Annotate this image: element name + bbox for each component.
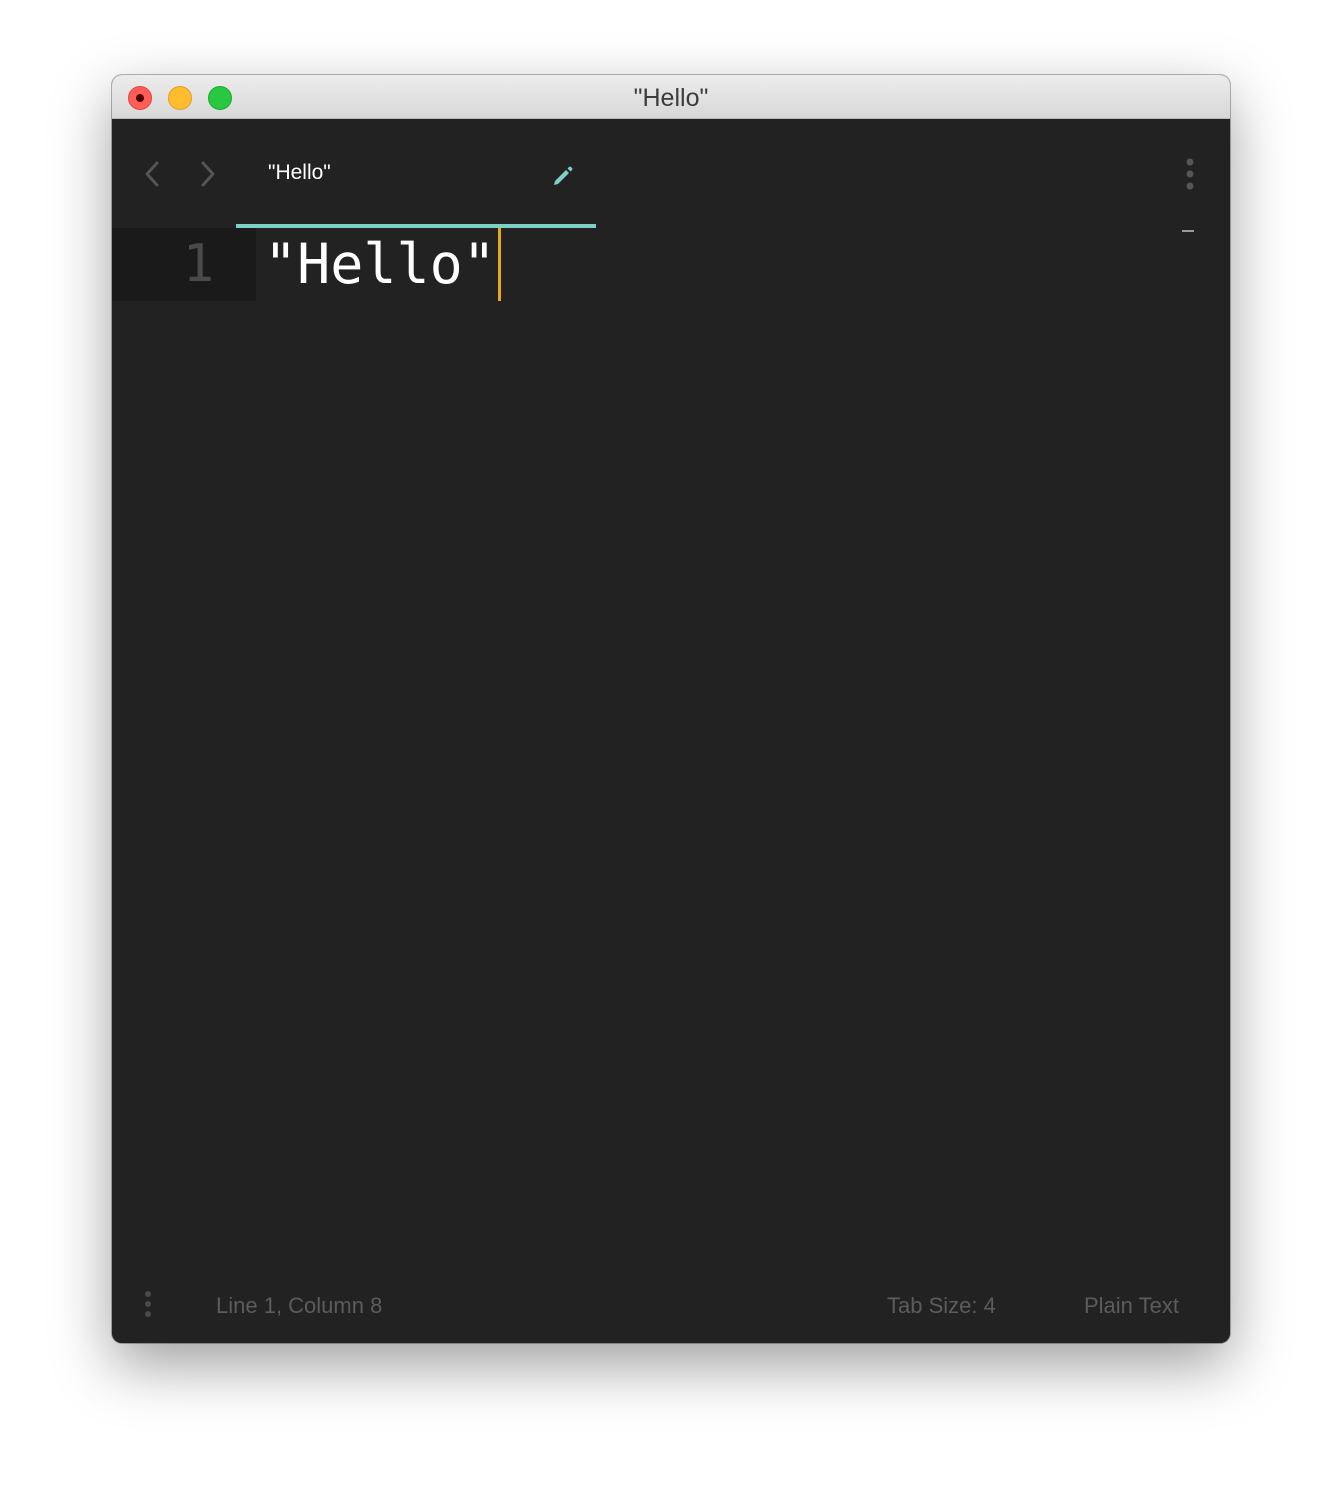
- vertical-ellipsis-icon: [145, 1291, 151, 1317]
- tab-label: "Hello": [268, 161, 331, 184]
- code-line[interactable]: "Hello": [264, 228, 501, 301]
- back-button[interactable]: [138, 157, 168, 191]
- tab-hello[interactable]: "Hello": [236, 119, 596, 228]
- minimap[interactable]: [1182, 230, 1194, 232]
- tab-size-selector[interactable]: Tab Size: 4: [887, 1292, 996, 1320]
- window-title: "Hello": [633, 84, 709, 112]
- editor-window: "Hello" "Hello" 1 "Hello" Line 1, Column…: [112, 75, 1230, 1343]
- syntax-selector[interactable]: Plain Text: [1084, 1292, 1179, 1320]
- pencil-icon: [554, 166, 573, 185]
- tab-bar: "Hello": [112, 119, 1230, 228]
- text-editor[interactable]: 1 "Hello": [112, 228, 1230, 1268]
- status-menu-button[interactable]: [138, 1290, 158, 1322]
- code-line-text: "Hello": [264, 232, 496, 296]
- chevron-right-icon: [201, 161, 215, 187]
- gutter-current-line: 1: [112, 228, 256, 301]
- cursor-position[interactable]: Line 1, Column 8: [216, 1292, 382, 1320]
- more-options-button[interactable]: [1178, 157, 1202, 193]
- status-bar: Line 1, Column 8 Tab Size: 4 Plain Text: [112, 1268, 1230, 1343]
- forward-button[interactable]: [192, 157, 222, 191]
- vertical-ellipsis-icon: [1186, 158, 1194, 190]
- text-caret: [497, 228, 501, 301]
- line-number: 1: [182, 234, 214, 294]
- title-bar: "Hello": [112, 75, 1230, 119]
- chevron-left-icon: [145, 161, 159, 187]
- rename-tab-button[interactable]: [552, 165, 574, 187]
